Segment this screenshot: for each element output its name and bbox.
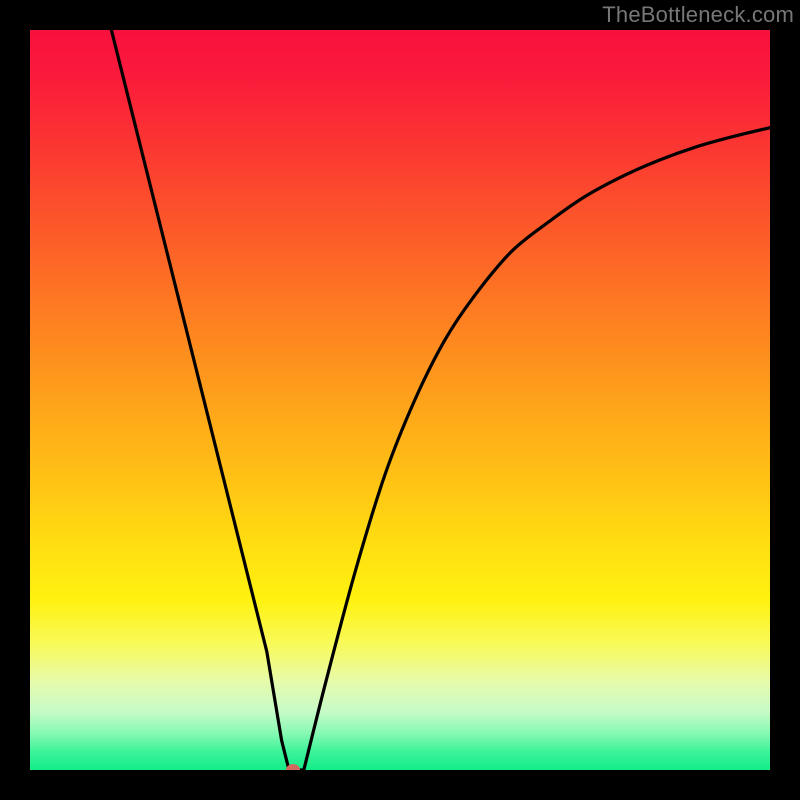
chart-frame: TheBottleneck.com bbox=[0, 0, 800, 800]
watermark-text: TheBottleneck.com bbox=[602, 2, 794, 28]
trough-marker bbox=[286, 764, 300, 770]
plot-area bbox=[30, 30, 770, 770]
background-gradient bbox=[30, 30, 770, 770]
